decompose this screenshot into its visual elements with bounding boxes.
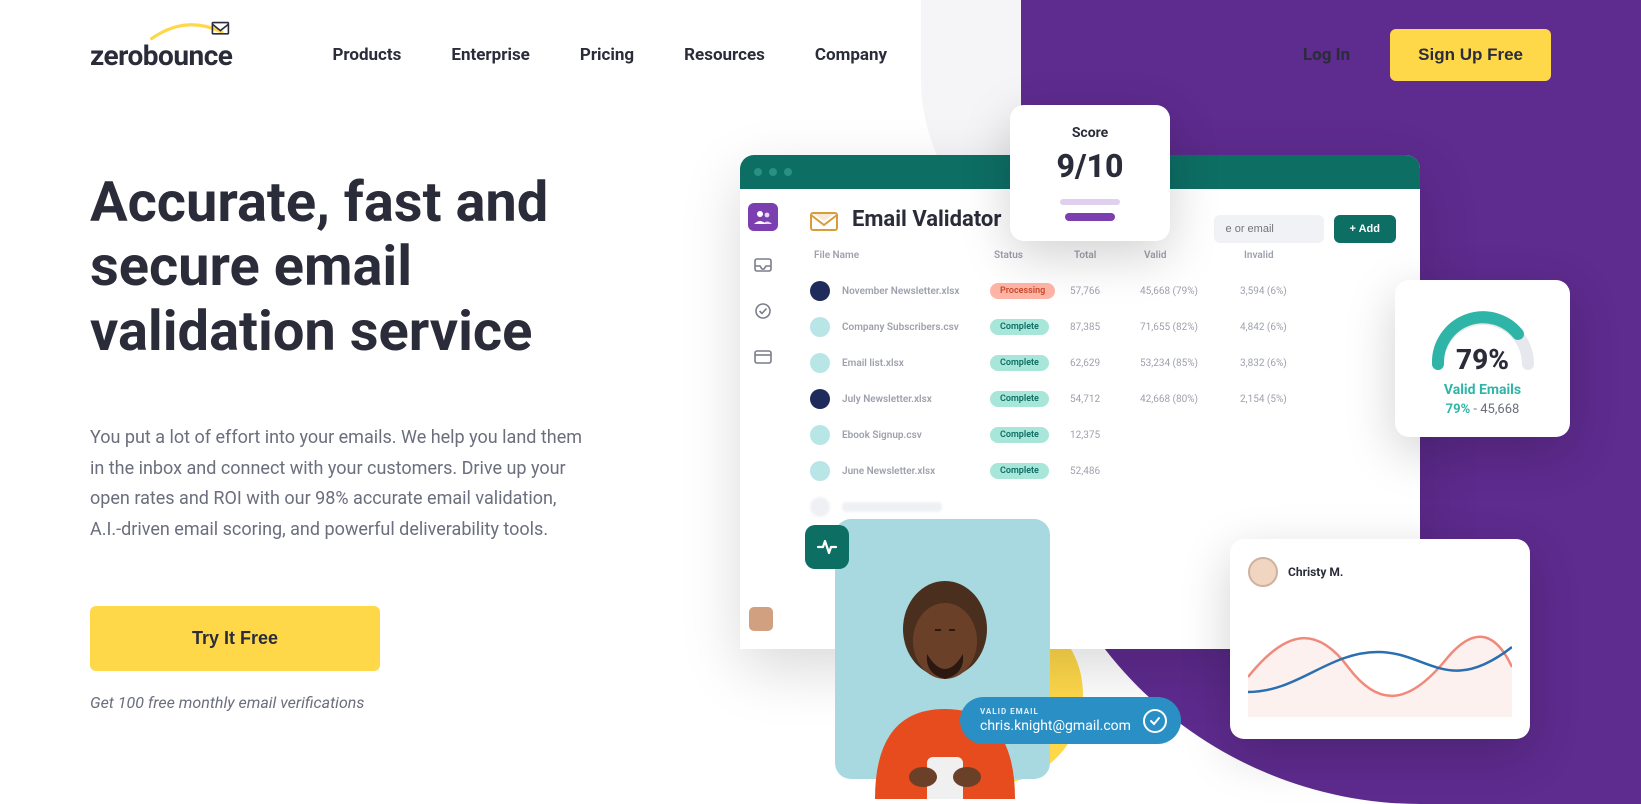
envelope-icon	[810, 209, 838, 231]
cta-try-free[interactable]: Try It Free	[90, 606, 380, 671]
sidebar-avatar[interactable]	[749, 607, 773, 631]
hero-subtext: Get 100 free monthly email verifications	[90, 693, 590, 712]
row-filename: July Newsletter.xlsx	[842, 394, 990, 405]
row-status: Complete	[990, 355, 1070, 371]
person-illustration	[845, 579, 1040, 799]
nav-pricing[interactable]: Pricing	[580, 45, 634, 65]
panel-title: Email Validator	[852, 207, 1001, 232]
row-valid: 53,234 (85%)	[1140, 358, 1240, 369]
row-total: 52,486	[1070, 466, 1140, 477]
row-invalid: 4,842 (6%)	[1240, 322, 1320, 333]
sidebar-inbox-icon[interactable]	[751, 253, 775, 277]
signup-button[interactable]: Sign Up Free	[1390, 29, 1551, 81]
activity-icon	[805, 525, 849, 569]
sidebar-check-icon[interactable]	[751, 299, 775, 323]
row-status: Complete	[990, 463, 1070, 479]
sidebar-people-icon[interactable]	[748, 203, 778, 231]
nav-resources[interactable]: Resources	[684, 45, 765, 65]
row-valid: 42,668 (80%)	[1140, 394, 1240, 405]
sidebar	[740, 189, 786, 649]
table-row[interactable]: July Newsletter.xlsxComplete54,71242,668…	[810, 381, 1396, 417]
row-total: 54,712	[1070, 394, 1140, 405]
primary-nav: Products Enterprise Pricing Resources Co…	[332, 45, 1302, 65]
table-row[interactable]: Ebook Signup.csvComplete12,375	[810, 417, 1396, 453]
logo[interactable]: zerobounce	[90, 39, 232, 72]
nav-company[interactable]: Company	[815, 45, 887, 65]
table-header: File Name Status Total Valid Invalid	[810, 250, 1396, 261]
row-filename: November Newsletter.xlsx	[842, 286, 990, 297]
pill-email: chris.knight@gmail.com	[980, 718, 1131, 734]
hero-headline: Accurate, fast and secure email validati…	[90, 170, 590, 363]
add-button[interactable]: + Add	[1334, 215, 1396, 243]
traffic-light-icon	[754, 168, 762, 176]
row-status: Complete	[990, 427, 1070, 443]
gauge-subtitle: 79% - 45,668	[1413, 402, 1552, 417]
col-total: Total	[1074, 250, 1144, 261]
row-valid: 71,655 (82%)	[1140, 322, 1240, 333]
row-filename: Email list.xlsx	[842, 358, 990, 369]
login-link[interactable]: Log In	[1303, 45, 1350, 65]
row-total: 87,385	[1070, 322, 1140, 333]
hero-body: You put a lot of effort into your emails…	[90, 423, 590, 545]
logo-swoosh-icon	[145, 21, 235, 45]
row-invalid: 2,154 (5%)	[1240, 394, 1320, 405]
table-row[interactable]: Email list.xlsxComplete62,62953,234 (85%…	[810, 345, 1396, 381]
nav-enterprise[interactable]: Enterprise	[451, 45, 529, 65]
gauge-title: Valid Emails	[1413, 382, 1552, 398]
table-row[interactable]: November Newsletter.xlsxProcessing57,766…	[810, 273, 1396, 309]
site-header: zerobounce Products Enterprise Pricing R…	[0, 0, 1641, 90]
score-bar-bg	[1060, 199, 1120, 205]
row-invalid: 3,832 (6%)	[1240, 358, 1320, 369]
row-dot-icon	[810, 425, 830, 445]
table-row[interactable]: June Newsletter.xlsxComplete52,486	[810, 453, 1396, 489]
gauge-chart: 79%	[1423, 304, 1543, 374]
row-status: Complete	[990, 319, 1070, 335]
valid-email-pill: VALID EMAIL chris.knight@gmail.com	[960, 697, 1181, 744]
hero-section: Accurate, fast and secure email validati…	[0, 90, 680, 712]
wave-chart-icon	[1248, 597, 1512, 717]
chart-user-name: Christy M.	[1288, 565, 1343, 579]
header-actions: Log In Sign Up Free	[1303, 29, 1551, 81]
traffic-light-icon	[784, 168, 792, 176]
row-total: 12,375	[1070, 430, 1140, 441]
col-status: Status	[994, 250, 1074, 261]
row-dot-icon	[810, 353, 830, 373]
row-dot-icon	[810, 461, 830, 481]
gauge-percent: 79%	[1423, 343, 1543, 376]
gauge-card: 79% Valid Emails 79% - 45,668	[1395, 280, 1570, 437]
score-bar-fill	[1065, 213, 1115, 221]
row-total: 62,629	[1070, 358, 1140, 369]
row-filename: June Newsletter.xlsx	[842, 466, 990, 477]
chart-card: Christy M.	[1230, 539, 1530, 739]
col-valid: Valid	[1144, 250, 1244, 261]
avatar	[1248, 557, 1278, 587]
nav-products[interactable]: Products	[332, 45, 401, 65]
row-dot-icon	[810, 281, 830, 301]
row-dot-icon	[810, 317, 830, 337]
traffic-light-icon	[769, 168, 777, 176]
row-valid: 45,668 (79%)	[1140, 286, 1240, 297]
row-filename: Ebook Signup.csv	[842, 430, 990, 441]
row-status: Complete	[990, 391, 1070, 407]
dashboard-mockup: Email Validator + Add File Name Status T…	[740, 155, 1420, 649]
sidebar-card-icon[interactable]	[751, 345, 775, 369]
row-dot-icon	[810, 389, 830, 409]
score-card: Score 9/10	[1010, 105, 1170, 241]
table-row[interactable]: Company Subscribers.csvComplete87,38571,…	[810, 309, 1396, 345]
pill-label: VALID EMAIL	[980, 707, 1131, 716]
score-label: Score	[1030, 125, 1150, 141]
score-value: 9/10	[1030, 147, 1150, 185]
row-filename: Company Subscribers.csv	[842, 322, 990, 333]
col-invalid: Invalid	[1244, 250, 1324, 261]
row-invalid: 3,594 (6%)	[1240, 286, 1320, 297]
col-filename: File Name	[814, 250, 994, 261]
search-input[interactable]	[1214, 215, 1324, 243]
row-status: Processing	[990, 283, 1070, 299]
check-circle-icon	[1143, 709, 1167, 733]
app-window: Email Validator + Add File Name Status T…	[740, 155, 1420, 649]
row-total: 57,766	[1070, 286, 1140, 297]
